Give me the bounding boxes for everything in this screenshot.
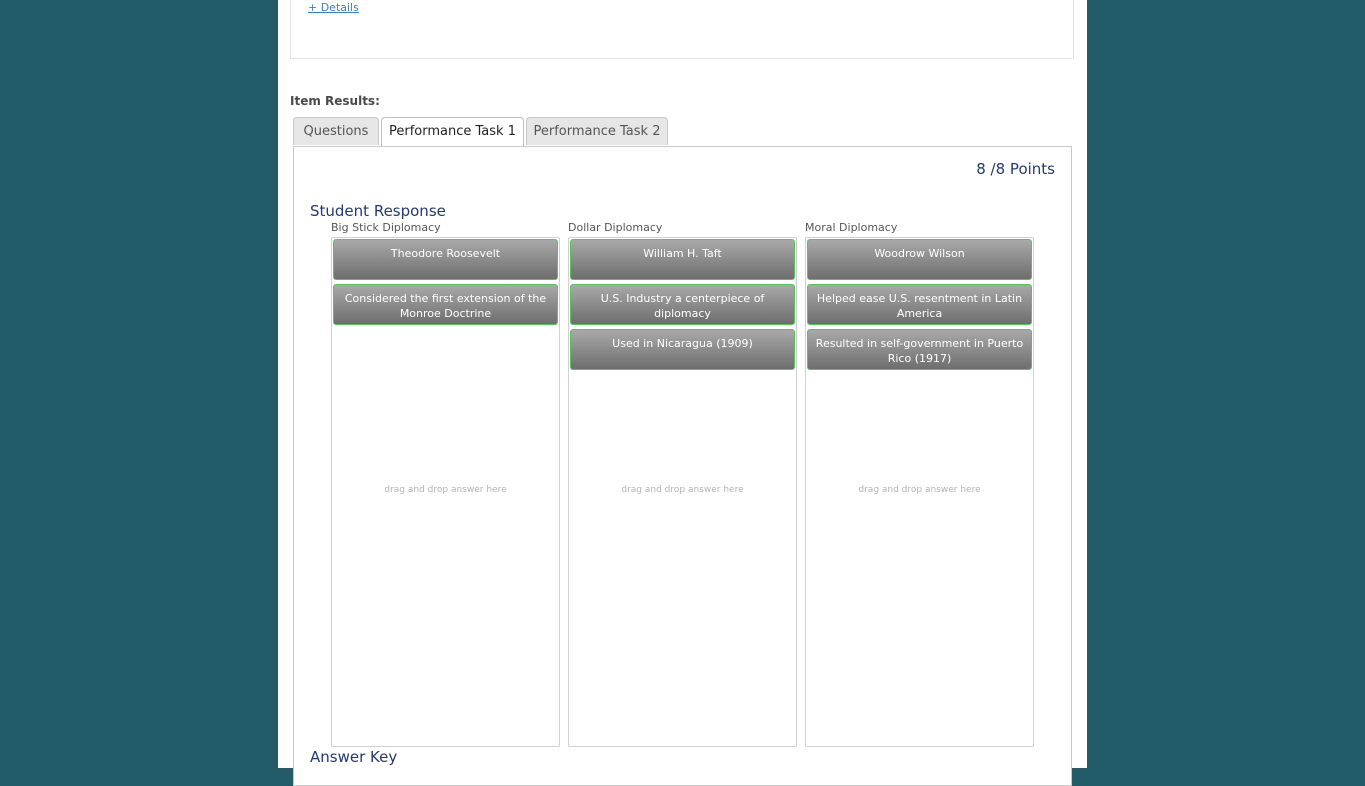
results-page: + Details Item Results: Questions Perfor… <box>278 0 1087 786</box>
column-label-dollar: Dollar Diplomacy <box>568 221 663 234</box>
dropzone-dollar[interactable]: William H. Taft U.S. Industry a centerpi… <box>568 237 797 747</box>
details-link[interactable]: + Details <box>308 1 359 14</box>
dropzone-moral[interactable]: Woodrow Wilson Helped ease U.S. resentme… <box>805 237 1034 747</box>
answer-key-title: Answer Key <box>310 748 398 766</box>
points-score: 8 /8 Points <box>976 160 1055 178</box>
dropzone-big-stick[interactable]: Theodore Roosevelt Considered the first … <box>331 237 560 747</box>
column-label-big-stick: Big Stick Diplomacy <box>331 221 441 234</box>
drop-hint: drag and drop answer here <box>621 485 744 495</box>
column-label-moral: Moral Diplomacy <box>805 221 898 234</box>
answer-card[interactable]: Used in Nicaragua (1909) <box>570 329 795 370</box>
answer-card[interactable]: Helped ease U.S. resentment in Latin Ame… <box>807 284 1032 325</box>
answer-card[interactable]: William H. Taft <box>570 239 795 280</box>
tab-performance-task-1[interactable]: Performance Task 1 <box>381 117 524 147</box>
student-response-title: Student Response <box>310 202 446 220</box>
tab-questions[interactable]: Questions <box>293 117 379 145</box>
details-box: + Details <box>290 0 1074 59</box>
item-results-label: Item Results: <box>290 94 380 108</box>
answer-card[interactable]: Woodrow Wilson <box>807 239 1032 280</box>
tab-performance-task-2[interactable]: Performance Task 2 <box>526 117 668 145</box>
performance-task-panel: 8 /8 Points Student Response Big Stick D… <box>293 146 1072 786</box>
drop-hint: drag and drop answer here <box>384 485 507 495</box>
answer-card[interactable]: Considered the first extension of the Mo… <box>333 284 558 325</box>
drop-hint: drag and drop answer here <box>858 485 981 495</box>
answer-card[interactable]: Theodore Roosevelt <box>333 239 558 280</box>
answer-card[interactable]: Resulted in self-government in Puerto Ri… <box>807 329 1032 370</box>
answer-card[interactable]: U.S. Industry a centerpiece of diplomacy <box>570 284 795 325</box>
